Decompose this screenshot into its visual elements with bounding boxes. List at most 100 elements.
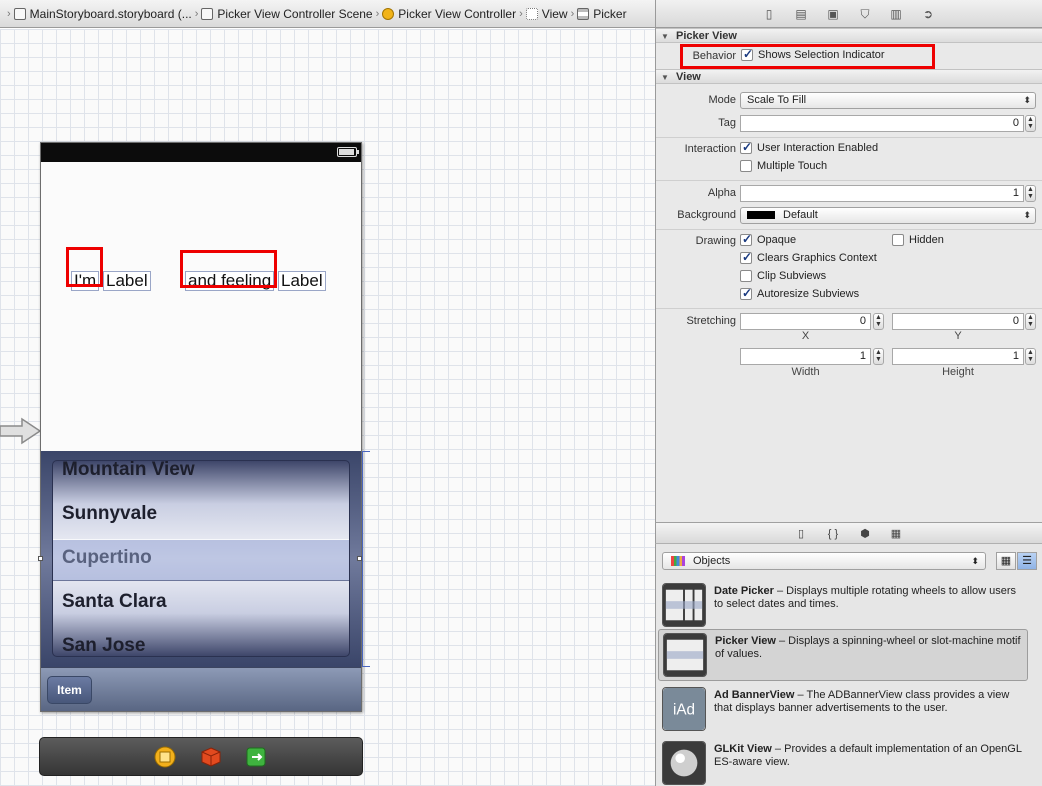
picker-view[interactable]: Mountain View Sunnyvale Cupertino Santa …: [38, 451, 362, 667]
objects-icon: [671, 556, 685, 566]
date-picker-icon: [662, 583, 706, 627]
section-header-view[interactable]: View: [656, 69, 1042, 85]
stretch-y-field[interactable]: 0: [892, 313, 1024, 330]
picker-row[interactable]: Mountain View: [62, 461, 195, 481]
exit-icon[interactable]: [245, 746, 267, 768]
identity-inspector-icon[interactable]: ▣: [826, 7, 840, 21]
alpha-field[interactable]: 1: [740, 185, 1024, 202]
entry-point-arrow-icon: [0, 417, 42, 445]
attributes-inspector-icon[interactable]: ⛉: [858, 7, 872, 21]
hidden-checkbox[interactable]: Hidden: [892, 234, 944, 246]
highlight-box-im: [66, 247, 103, 287]
iad-icon: iAd: [662, 687, 706, 731]
picker-row[interactable]: Santa Clara: [62, 591, 167, 613]
multiple-touch-checkbox[interactable]: Multiple Touch: [740, 160, 827, 172]
connections-inspector-icon[interactable]: ➲: [921, 7, 935, 21]
tag-label: Tag: [718, 117, 736, 129]
view-controller-icon[interactable]: [154, 746, 176, 768]
scene-dock: [39, 737, 363, 776]
popup-arrows-icon: ⬍: [1023, 95, 1031, 105]
divider: [656, 180, 1042, 181]
library-item-date-picker[interactable]: Date Picker – Displays multiple rotating…: [658, 580, 1028, 632]
view-icon: [525, 7, 538, 20]
y-caption: Y: [954, 330, 962, 342]
color-swatch: [747, 211, 775, 220]
checkbox-checked-icon: [740, 142, 752, 154]
highlight-box-and-feeling: [180, 250, 277, 288]
toolbar-item-button[interactable]: Item: [47, 676, 92, 704]
library-item-ad-banner-view[interactable]: iAd Ad BannerView – The ADBannerView cla…: [658, 684, 1028, 736]
chevron-right-icon: ›: [194, 7, 199, 20]
picker-icon: [577, 7, 590, 20]
library-item-picker-view[interactable]: Picker View – Displays a spinning-wheel …: [658, 629, 1028, 681]
library-item-glkit-view[interactable]: GLKit View – Provides a default implemen…: [658, 738, 1028, 786]
chevron-right-icon: ›: [375, 7, 380, 20]
picker-wheel[interactable]: Mountain View Sunnyvale Cupertino Santa …: [52, 460, 350, 657]
label-1[interactable]: Label: [103, 271, 151, 291]
section-header-picker-view[interactable]: Picker View: [656, 28, 1042, 44]
status-bar: [41, 143, 361, 162]
chevron-right-icon: ›: [570, 7, 575, 20]
picker-row-selected[interactable]: Cupertino: [62, 547, 152, 569]
popup-arrows-icon: ⬍: [1023, 210, 1031, 220]
storyboard-canvas[interactable]: I'm Label and feeling Label Mountain Vie…: [0, 29, 655, 786]
mode-label: Mode: [708, 94, 736, 106]
scene-icon: [201, 7, 214, 20]
checkbox-checked-icon: [740, 234, 752, 246]
tag-stepper[interactable]: ▲ ▼: [1025, 115, 1036, 132]
alpha-stepper[interactable]: ▲ ▼: [1025, 185, 1036, 202]
view-controller-frame[interactable]: I'm Label and feeling Label Mountain Vie…: [38, 142, 362, 712]
object-library-icon[interactable]: ⬢: [858, 527, 872, 541]
user-interaction-checkbox[interactable]: User Interaction Enabled: [740, 142, 878, 154]
divider: [656, 137, 1042, 138]
background-popup[interactable]: Default ⬍: [740, 207, 1036, 224]
breadcrumb-picker[interactable]: Picker: [577, 7, 627, 21]
stretch-x-field[interactable]: 0: [740, 313, 871, 330]
library-filter-popup[interactable]: Objects ⬍: [662, 552, 986, 570]
x-caption: X: [801, 330, 810, 342]
first-responder-icon[interactable]: [200, 746, 222, 768]
checkbox-icon: [892, 234, 904, 246]
file-inspector-icon[interactable]: ▯: [762, 7, 776, 21]
autoresize-checkbox[interactable]: Autoresize Subviews: [740, 288, 859, 300]
background-label: Background: [677, 209, 736, 221]
drawing-label: Drawing: [695, 235, 736, 247]
highlight-box-selection-indicator: [680, 44, 935, 69]
breadcrumb-scene[interactable]: Picker View Controller Scene: [201, 7, 373, 21]
media-library-icon[interactable]: ▦: [889, 527, 903, 541]
view-controller-icon: [382, 7, 395, 20]
resize-handle-left[interactable]: [38, 556, 43, 561]
code-snippet-icon[interactable]: { }: [826, 527, 840, 541]
stretch-width-stepper[interactable]: ▲ ▼: [873, 348, 884, 365]
inspector-selector-bar: ▯ ▤ ▣ ⛉ ▥ ➲: [655, 0, 1042, 28]
list-view-icon[interactable]: ☰: [1017, 552, 1037, 570]
width-caption: Width: [791, 366, 820, 378]
grid-view-icon[interactable]: ▦: [996, 552, 1016, 570]
opaque-checkbox[interactable]: Opaque: [740, 234, 796, 246]
picker-row[interactable]: San Jose: [62, 635, 145, 656]
alpha-label: Alpha: [707, 187, 736, 199]
breadcrumb-view[interactable]: View: [525, 7, 568, 21]
stretch-height-field[interactable]: 1: [892, 348, 1024, 365]
clip-subviews-checkbox[interactable]: Clip Subviews: [740, 270, 826, 282]
divider: [656, 229, 1042, 230]
mode-popup[interactable]: Scale To Fill ⬍: [740, 92, 1036, 109]
selection-guide: [362, 451, 370, 667]
breadcrumb-view-controller[interactable]: Picker View Controller: [382, 7, 516, 21]
label-2[interactable]: Label: [278, 271, 326, 291]
breadcrumb-storyboard[interactable]: MainStoryboard.storyboard (...: [13, 7, 192, 21]
picker-view-icon: [663, 633, 707, 677]
tag-field[interactable]: 0: [740, 115, 1024, 132]
checkbox-icon: [740, 270, 752, 282]
size-inspector-icon[interactable]: ▥: [889, 7, 903, 21]
stretch-width-field[interactable]: 1: [740, 348, 871, 365]
clears-graphics-checkbox[interactable]: Clears Graphics Context: [740, 252, 877, 264]
stretch-y-stepper[interactable]: ▲ ▼: [1025, 313, 1036, 330]
quick-help-icon[interactable]: ▤: [794, 7, 808, 21]
file-template-icon[interactable]: ▯: [794, 527, 808, 541]
picker-row[interactable]: Sunnyvale: [62, 503, 157, 525]
interaction-label: Interaction: [684, 143, 736, 155]
stretch-height-stepper[interactable]: ▲ ▼: [1025, 348, 1036, 365]
divider: [656, 308, 1042, 309]
stretch-x-stepper[interactable]: ▲ ▼: [873, 313, 884, 330]
